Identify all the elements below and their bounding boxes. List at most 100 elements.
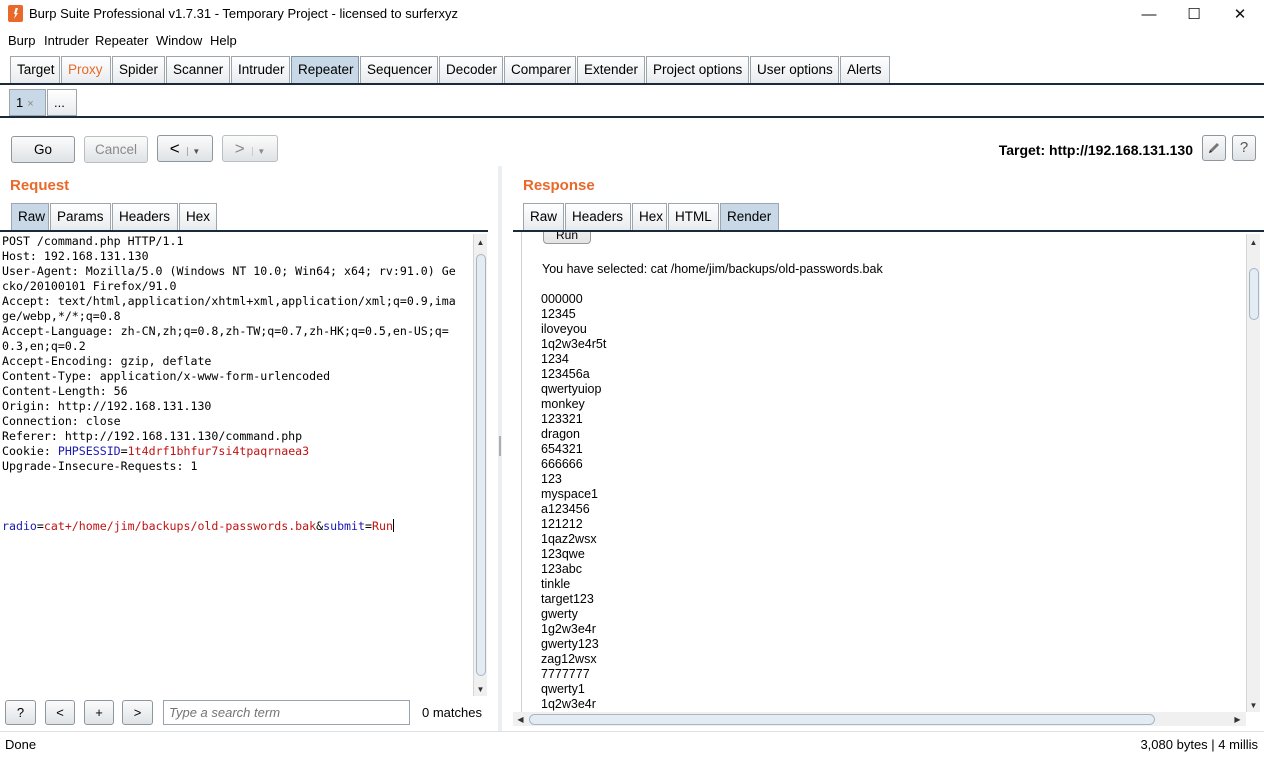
- window-title: Burp Suite Professional v1.7.31 - Tempor…: [29, 6, 458, 21]
- response-scroll-thumb[interactable]: [1249, 268, 1259, 320]
- password-item: qwertyuiop: [541, 382, 602, 396]
- search-add-button[interactable]: +: [84, 700, 114, 725]
- request-header-lines: POST /command.php HTTP/1.1 Host: 192.168…: [2, 234, 456, 443]
- menu-help[interactable]: Help: [210, 33, 237, 48]
- status-bar: Done 3,080 bytes | 4 millis: [0, 731, 1264, 759]
- password-item: 123: [541, 472, 562, 486]
- password-item: gwerty: [541, 607, 578, 621]
- close-button[interactable]: ✕: [1217, 0, 1263, 28]
- request-tab-raw[interactable]: Raw: [11, 203, 49, 230]
- title-bar: Burp Suite Professional v1.7.31 - Tempor…: [0, 0, 1264, 28]
- tab-alerts[interactable]: Alerts: [840, 56, 890, 83]
- menu-repeater[interactable]: Repeater: [95, 33, 148, 48]
- response-tab-headers[interactable]: Headers: [565, 203, 631, 230]
- tab-comparer[interactable]: Comparer: [504, 56, 576, 83]
- password-item: 666666: [541, 457, 583, 471]
- tab-target[interactable]: Target: [10, 56, 60, 83]
- password-item: target123: [541, 592, 594, 606]
- response-hscroll-thumb[interactable]: [529, 714, 1155, 725]
- response-render-view: Run You have selected: cat /home/jim/bac…: [513, 230, 1264, 712]
- back-dropdown-icon[interactable]: ▼: [187, 147, 201, 156]
- tab-intruder[interactable]: Intruder: [231, 56, 290, 83]
- help-button[interactable]: ?: [1232, 135, 1256, 161]
- tab-user-options[interactable]: User options: [750, 56, 839, 83]
- tab-repeater[interactable]: Repeater: [291, 56, 359, 83]
- rendered-page: Run You have selected: cat /home/jim/bac…: [521, 232, 1245, 712]
- cookie-name: PHPSESSID: [57, 444, 121, 458]
- scroll-down-icon[interactable]: ▼: [474, 683, 487, 696]
- repeater-toolbar: Go Cancel < ▼ > ▼ Target: http://192.168…: [0, 120, 1264, 170]
- go-button[interactable]: Go: [11, 136, 75, 163]
- request-editor[interactable]: POST /command.php HTTP/1.1 Host: 192.168…: [0, 230, 488, 696]
- menu-intruder[interactable]: Intruder: [44, 33, 89, 48]
- scroll-up-icon[interactable]: ▲: [1247, 236, 1260, 249]
- request-scroll-thumb[interactable]: [476, 254, 486, 676]
- maximize-button[interactable]: ☐: [1171, 0, 1217, 28]
- response-horizontal-scrollbar[interactable]: ◀ ▶: [513, 712, 1246, 726]
- tab-decoder[interactable]: Decoder: [439, 56, 503, 83]
- back-arrow-icon: <: [169, 139, 180, 158]
- tab-spider[interactable]: Spider: [112, 56, 165, 83]
- response-tab-html[interactable]: HTML: [668, 203, 719, 230]
- tab-sequencer[interactable]: Sequencer: [360, 56, 438, 83]
- password-item: monkey: [541, 397, 585, 411]
- menu-burp[interactable]: Burp: [8, 33, 35, 48]
- cookie-value: 1t4drf1bhfur7si4tpaqrnaea3: [127, 444, 310, 458]
- menu-bar: Burp Intruder Repeater Window Help: [0, 28, 1264, 53]
- target-label: Target: http://192.168.131.130: [998, 142, 1193, 158]
- menu-window[interactable]: Window: [156, 33, 202, 48]
- password-item: 1g2w3e4r: [541, 622, 596, 636]
- upgrade-line: Upgrade-Insecure-Requests: 1: [2, 459, 198, 473]
- tab-project-options[interactable]: Project options: [646, 56, 749, 83]
- response-tab-render[interactable]: Render: [720, 203, 779, 230]
- password-item: 1q2w3e4r: [541, 697, 596, 711]
- request-headers[interactable]: POST /command.php HTTP/1.1 Host: 192.168…: [2, 234, 462, 474]
- burp-suite-window: Burp Suite Professional v1.7.31 - Tempor…: [0, 0, 1264, 759]
- request-tab-headers[interactable]: Headers: [112, 203, 178, 230]
- cookie-line: Cookie: PHPSESSID=1t4drf1bhfur7si4tpaqrn…: [2, 444, 310, 458]
- run-button[interactable]: Run: [543, 232, 591, 244]
- request-tab-hex[interactable]: Hex: [179, 203, 217, 230]
- back-button[interactable]: < ▼: [157, 135, 213, 162]
- password-item: a123456: [541, 502, 590, 516]
- password-item: 1qaz2wsx: [541, 532, 597, 546]
- close-tab-icon[interactable]: ×: [27, 98, 33, 110]
- password-item: 123321: [541, 412, 583, 426]
- main-tab-bar: Target Proxy Spider Scanner Intruder Rep…: [0, 54, 1264, 85]
- repeater-tab-1[interactable]: 1 ×: [9, 89, 46, 116]
- text-caret: [392, 519, 394, 532]
- scroll-up-icon[interactable]: ▲: [474, 236, 487, 249]
- new-tab-button[interactable]: ...: [47, 89, 77, 116]
- forward-button[interactable]: > ▼: [222, 135, 278, 162]
- request-tab-params[interactable]: Params: [50, 203, 111, 230]
- cancel-button[interactable]: Cancel: [84, 136, 148, 163]
- response-tab-hex[interactable]: Hex: [632, 203, 667, 230]
- scroll-left-icon[interactable]: ◀: [514, 713, 527, 726]
- response-tab-raw[interactable]: Raw: [523, 203, 564, 230]
- repeater-tab-label: 1: [16, 95, 24, 110]
- password-item: tinkle: [541, 577, 571, 591]
- scroll-right-icon[interactable]: ▶: [1231, 713, 1244, 726]
- request-body[interactable]: radio=cat+/home/jim/backups/old-password…: [2, 519, 394, 534]
- minimize-button[interactable]: —: [1126, 0, 1172, 28]
- search-prev-button[interactable]: <: [45, 700, 75, 725]
- password-item: 7777777: [541, 667, 590, 681]
- response-scrollbar[interactable]: ▲ ▼: [1246, 234, 1260, 712]
- tab-proxy[interactable]: Proxy: [61, 56, 111, 83]
- password-item: 121212: [541, 517, 583, 531]
- password-item: 654321: [541, 442, 583, 456]
- search-input[interactable]: [163, 700, 410, 725]
- scroll-down-icon[interactable]: ▼: [1247, 699, 1260, 712]
- search-next-button[interactable]: >: [122, 700, 153, 725]
- password-item: 000000: [541, 292, 583, 306]
- tab-scanner[interactable]: Scanner: [166, 56, 230, 83]
- body-param-radio-name: radio: [2, 519, 37, 533]
- burp-logo-icon: [8, 5, 23, 22]
- request-scrollbar[interactable]: ▲ ▼: [473, 234, 487, 696]
- repeater-tab-bar: 1 × ...: [0, 86, 1264, 118]
- search-help-button[interactable]: ?: [5, 700, 36, 725]
- edit-target-button[interactable]: [1202, 135, 1226, 161]
- password-item: 123qwe: [541, 547, 585, 561]
- forward-dropdown-icon[interactable]: ▼: [252, 147, 266, 156]
- tab-extender[interactable]: Extender: [577, 56, 645, 83]
